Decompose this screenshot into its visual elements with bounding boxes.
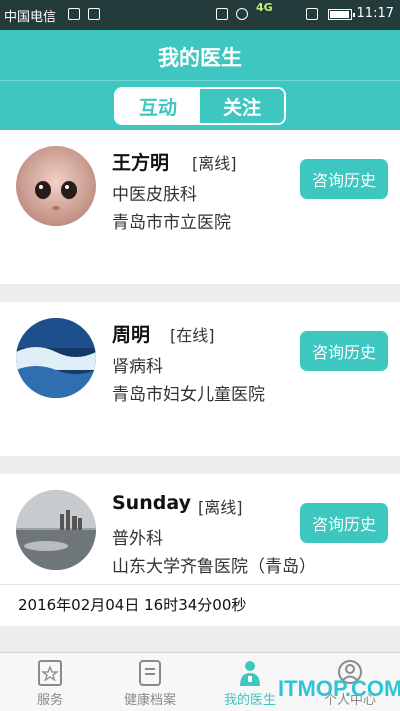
card-spacer <box>0 242 400 284</box>
signal-icon <box>306 8 318 20</box>
consult-history-button[interactable]: 咨询历史 <box>300 503 388 543</box>
tabbar-item-service[interactable]: 服务 <box>0 653 100 711</box>
status-bar: 中国电信 4G 11:17 <box>0 0 400 30</box>
card-divider <box>0 584 400 585</box>
doll-face-photo <box>16 146 96 226</box>
doctor-name: 王方明 <box>112 152 170 174</box>
ocean-wave-photo <box>16 318 96 398</box>
clock: 11:17 <box>356 6 394 21</box>
online-status: [在线] <box>170 326 215 345</box>
doctor-hospital: 山东大学齐鲁医院（青岛） <box>112 557 316 577</box>
header: 我的医生 互动 关注 <box>0 30 400 130</box>
card-spacer <box>0 414 400 456</box>
tab-interaction[interactable]: 互动 <box>116 89 200 123</box>
consult-history-button[interactable]: 咨询历史 <box>300 159 388 199</box>
doctor-card[interactable]: Sunday [离线] 普外科 山东大学齐鲁医院（青岛） 咨询历史 2016年0… <box>0 474 400 626</box>
consult-history-button[interactable]: 咨询历史 <box>300 331 388 371</box>
doctor-department: 中医皮肤科 <box>112 185 197 205</box>
tab-follow[interactable]: 关注 <box>200 89 284 123</box>
watermark: ITMOP.COM <box>278 676 400 701</box>
avatar <box>16 318 96 398</box>
online-status: [离线] <box>192 154 237 173</box>
last-consult-timestamp: 2016年02月04日 16时34分00秒 <box>18 596 247 614</box>
battery-icon <box>328 9 355 20</box>
star-page-icon <box>38 660 62 686</box>
doctor-card[interactable]: 王方明 [离线] 中医皮肤科 青岛市市立医院 咨询历史 <box>0 130 400 242</box>
sea-skyline-photo <box>16 490 96 570</box>
network-label: 4G <box>256 1 273 14</box>
tabbar-item-health-record[interactable]: 健康档案 <box>100 653 200 711</box>
record-book-icon <box>139 660 161 686</box>
alarm-icon <box>236 8 248 20</box>
tabbar-label: 服务 <box>36 693 63 708</box>
doctor-hospital: 青岛市妇女儿童医院 <box>112 385 265 405</box>
header-divider <box>0 80 400 81</box>
online-status: [离线] <box>198 498 243 517</box>
avatar <box>16 490 96 570</box>
sim-icon <box>88 8 100 20</box>
nfc-icon <box>216 8 228 20</box>
doctor-department: 普外科 <box>112 529 163 549</box>
tabbar-label: 健康档案 <box>123 693 176 708</box>
doctor-department: 肾病科 <box>112 357 163 377</box>
doctor-hospital: 青岛市市立医院 <box>112 213 231 233</box>
avatar <box>16 146 96 226</box>
image-icon <box>68 8 80 20</box>
doctor-name: Sunday <box>112 492 191 514</box>
doctor-icon <box>240 661 260 686</box>
page-title: 我的医生 <box>158 46 242 70</box>
segment-control: 互动 关注 <box>114 87 286 125</box>
carrier-label: 中国电信 <box>4 10 57 25</box>
doctor-name: 周明 <box>112 324 151 346</box>
doctor-card[interactable]: 周明 [在线] 肾病科 青岛市妇女儿童医院 咨询历史 <box>0 302 400 414</box>
